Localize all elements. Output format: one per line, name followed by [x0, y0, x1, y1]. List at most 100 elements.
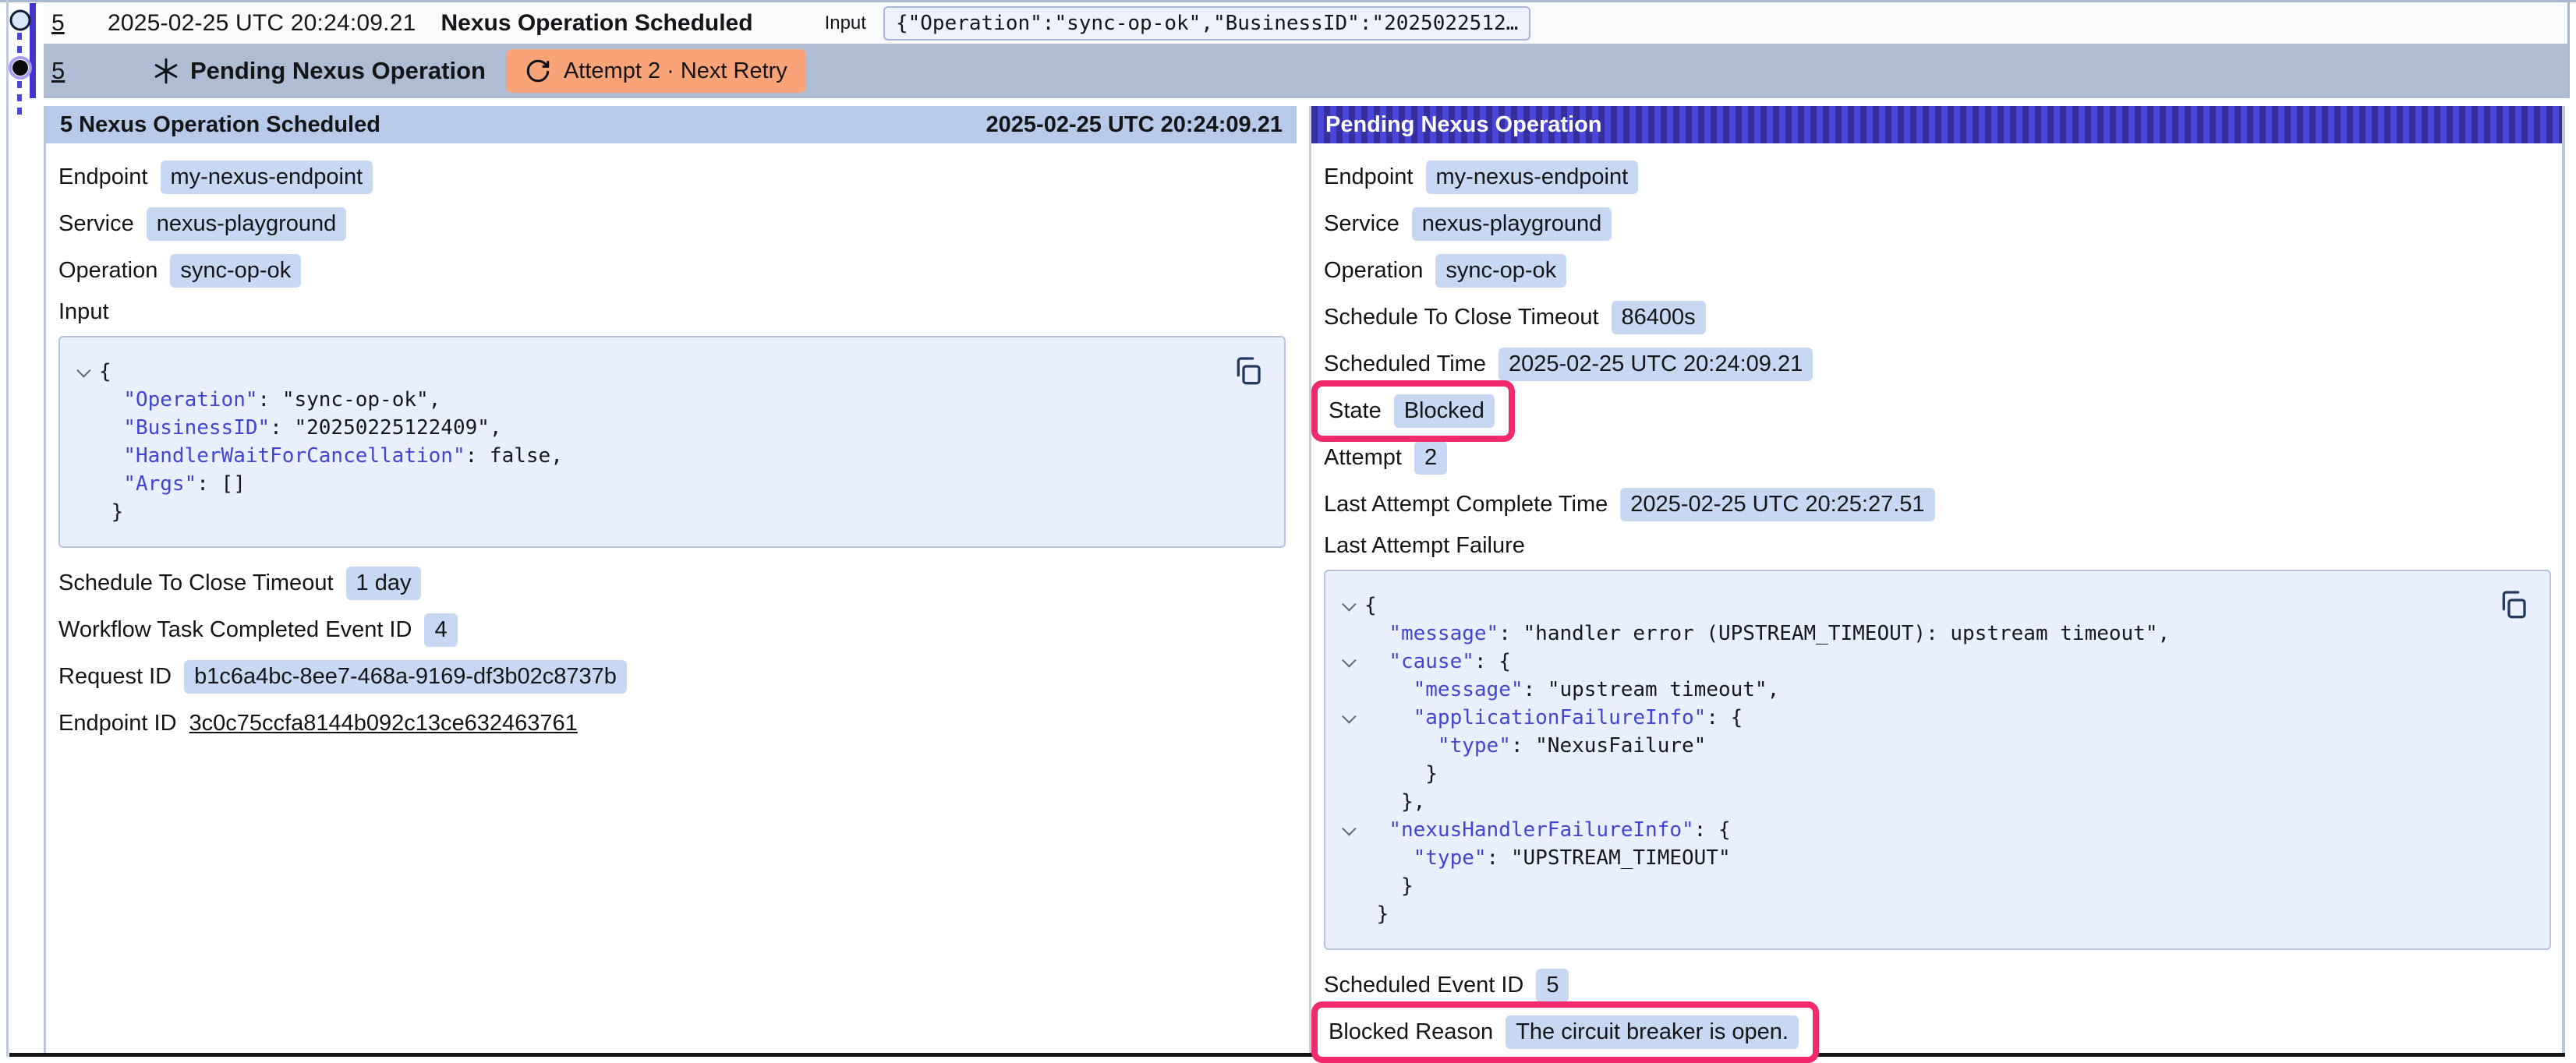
field-value-badge: 2025-02-25 UTC 20:24:09.21	[1499, 348, 1813, 381]
field-row: Schedule To Close Timeout 86400s	[1324, 299, 2551, 335]
field-row: Operation sync-op-ok	[1324, 253, 2551, 288]
code-line: "applicationFailureInfo": {	[1336, 704, 2534, 732]
event-input-preview-pill[interactable]: {"Operation":"sync-op-ok","BusinessID":"…	[883, 6, 1530, 41]
field-value-badge: sync-op-ok	[1435, 254, 1566, 288]
field-label: Operation	[58, 258, 157, 284]
collapse-caret-icon[interactable]	[76, 363, 90, 377]
field-label: Last Attempt Complete Time	[1324, 492, 1608, 517]
scheduled-fields-bottom: Schedule To Close Timeout 1 day Workflow…	[58, 565, 1286, 741]
field-row: Request ID b1c6a4bc-8ee7-468a-9169-df3b0…	[58, 659, 1286, 694]
collapse-caret-icon[interactable]	[1342, 653, 1356, 667]
event-id-link[interactable]: 5	[51, 57, 78, 85]
field-row: State Blocked	[1324, 393, 2551, 429]
event-title: Pending Nexus Operation	[190, 57, 486, 85]
code-line: "BusinessID": "20250225122409",	[71, 414, 1269, 442]
bottom-divider-line	[9, 1053, 2565, 1057]
field-label: Workflow Task Completed Event ID	[58, 617, 412, 643]
code-line: }	[1336, 900, 2534, 928]
field-label: Scheduled Time	[1324, 351, 1486, 377]
attempt-badge-label: Attempt 2 · Next Retry	[564, 58, 787, 84]
retry-icon	[525, 58, 551, 84]
event-title: Nexus Operation Scheduled	[441, 10, 752, 37]
event-row-pending-nexus-operation[interactable]: 5 Pending Nexus Operation Attempt 2 · Ne…	[44, 44, 2567, 98]
field-value-badge: 5	[1536, 969, 1569, 1002]
field-label: Blocked Reason	[1329, 1019, 1493, 1045]
field-label: Service	[58, 211, 134, 237]
field-value-badge: nexus-playground	[147, 207, 347, 241]
pending-star-icon	[153, 58, 179, 84]
last-attempt-failure-label: Last Attempt Failure	[1324, 533, 2551, 559]
field-label: Endpoint	[58, 164, 148, 190]
collapse-caret-icon[interactable]	[1342, 709, 1356, 723]
pending-panel-header: Pending Nexus Operation	[1311, 106, 2562, 143]
code-line: "type": "NexusFailure"	[1336, 732, 2534, 760]
field-row: Scheduled Event ID 5	[1324, 967, 2551, 1003]
field-row: Workflow Task Completed Event ID 4	[58, 612, 1286, 648]
field-label: State	[1329, 398, 1382, 424]
code-line: }	[71, 498, 1269, 526]
field-row: Scheduled Time 2025-02-25 UTC 20:24:09.2…	[1324, 346, 2551, 382]
field-label: Scheduled Event ID	[1324, 973, 1523, 998]
failure-json-viewer: { "message": "handler error (UPSTREAM_TI…	[1324, 570, 2551, 950]
code-line: {	[1336, 592, 2534, 620]
code-line: "cause": {	[1336, 648, 2534, 676]
copy-icon[interactable]	[2496, 588, 2529, 621]
event-history-rows: 5 2025-02-25 UTC 20:24:09.21 Nexus Opera…	[44, 2, 2570, 98]
field-row: Last Attempt Complete Time 2025-02-25 UT…	[1324, 486, 2551, 522]
attempt-retry-badge: Attempt 2 · Next Retry	[506, 49, 806, 93]
field-value-link[interactable]: 3c0c75ccfa8144b092c13ce632463761	[189, 711, 578, 736]
input-json-viewer: { "Operation": "sync-op-ok", "BusinessID…	[58, 336, 1286, 548]
collapse-caret-icon[interactable]	[1342, 821, 1356, 835]
event-input-label: Input	[825, 12, 866, 34]
code-line: "type": "UPSTREAM_TIMEOUT"	[1336, 844, 2534, 872]
copy-icon[interactable]	[1231, 355, 1264, 387]
code-line: "message": "upstream timeout",	[1336, 676, 2534, 704]
field-value-badge: 86400s	[1612, 301, 1706, 334]
pending-operation-detail-panel: Pending Nexus Operation Endpoint my-nexu…	[1309, 106, 2565, 1054]
code-line: "Operation": "sync-op-ok",	[71, 386, 1269, 414]
field-label: Schedule To Close Timeout	[1324, 305, 1599, 330]
field-value-badge: 4	[424, 613, 457, 647]
field-row: Operation sync-op-ok	[58, 253, 1286, 288]
event-row-nexus-operation-scheduled[interactable]: 5 2025-02-25 UTC 20:24:09.21 Nexus Opera…	[44, 2, 2567, 44]
field-value-badge: 2025-02-25 UTC 20:25:27.51	[1620, 488, 1934, 521]
field-label: Request ID	[58, 664, 172, 690]
timeline-dashed-connector	[17, 81, 22, 115]
highlight-annotation-box: Blocked Reason The circuit breaker is op…	[1311, 1001, 1819, 1063]
field-value-badge: b1c6a4bc-8ee7-468a-9169-df3b02c8737b	[184, 660, 627, 694]
field-row: Service nexus-playground	[58, 206, 1286, 242]
left-page-border	[6, 0, 9, 1057]
timeline-dashed-connector	[17, 33, 22, 58]
code-line: }	[1336, 872, 2534, 900]
event-id-link[interactable]: 5	[51, 10, 78, 37]
field-row: Service nexus-playground	[1324, 206, 2551, 242]
field-label: Operation	[1324, 258, 1423, 284]
scheduled-event-detail-panel: 5 Nexus Operation Scheduled 2025-02-25 U…	[44, 106, 1297, 1054]
field-label: Attempt	[1324, 445, 1402, 471]
field-label: Schedule To Close Timeout	[58, 570, 334, 596]
code-line: "HandlerWaitForCancellation": false,	[71, 442, 1269, 470]
field-value-badge: The circuit breaker is open.	[1506, 1015, 1799, 1049]
code-line: "message": "handler error (UPSTREAM_TIME…	[1336, 620, 2534, 648]
pending-fields-bottom: Scheduled Event ID 5 Blocked Reason The …	[1324, 967, 2551, 1050]
field-row: Endpoint my-nexus-endpoint	[58, 159, 1286, 195]
code-line: }	[1336, 760, 2534, 788]
event-timeline	[0, 0, 44, 132]
field-value-badge: Blocked	[1394, 394, 1495, 428]
field-row: Endpoint my-nexus-endpoint	[1324, 159, 2551, 195]
field-value-badge: sync-op-ok	[170, 254, 301, 288]
field-row: Endpoint ID 3c0c75ccfa8144b092c13ce63246…	[58, 705, 1286, 741]
scheduled-panel-timestamp: 2025-02-25 UTC 20:24:09.21	[986, 112, 1283, 138]
pending-panel-title: Pending Nexus Operation	[1325, 112, 1602, 138]
highlight-annotation-box: State Blocked	[1311, 380, 1515, 442]
event-pending-circle-icon	[9, 56, 32, 79]
field-row: Schedule To Close Timeout 1 day	[58, 565, 1286, 601]
event-timestamp: 2025-02-25 UTC 20:24:09.21	[108, 10, 416, 37]
scheduled-panel-title: 5 Nexus Operation Scheduled	[60, 112, 380, 138]
field-row: Blocked Reason The circuit breaker is op…	[1324, 1014, 2551, 1050]
field-label: Endpoint ID	[58, 711, 177, 736]
input-section-label: Input	[58, 299, 1286, 325]
scheduled-fields: Endpoint my-nexus-endpoint Service nexus…	[58, 159, 1286, 288]
collapse-caret-icon[interactable]	[1342, 597, 1356, 611]
code-line: "nexusHandlerFailureInfo": {	[1336, 816, 2534, 844]
